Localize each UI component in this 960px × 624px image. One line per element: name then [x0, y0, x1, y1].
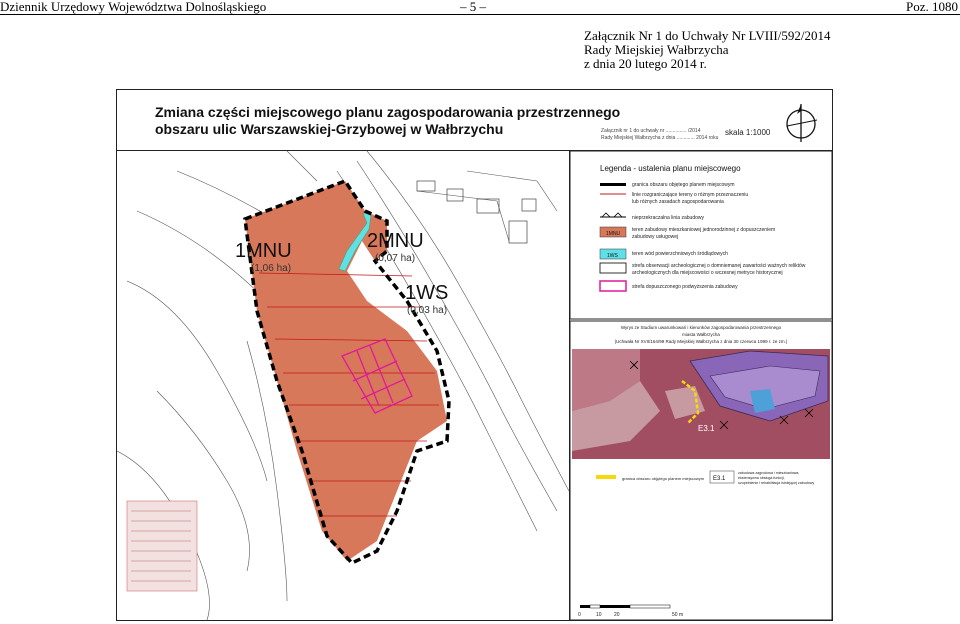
study-legend-boundary: granica obszaru objętego planem miejscow…: [622, 476, 705, 481]
legend-title: Legenda - ustalenia planu miejscowego: [600, 164, 741, 173]
study-legend-code: E3.1: [713, 476, 726, 482]
plan-map: 1MNU (1,06 ha) 2MNU (0,07 ha) 1WS (0,03 …: [117, 151, 569, 620]
plan-sheet: Zmiana części miejscowego planu zagospod…: [116, 89, 833, 621]
legend-code-1mnu: 1MNU: [606, 231, 621, 237]
legend-item-archaeo-1: strefa obserwacji archeologicznej o domn…: [632, 263, 806, 269]
attachment-line-3: z dnia 20 lutego 2014 r.: [584, 56, 707, 71]
scale-tick-0: 0: [578, 612, 581, 618]
zone-area-2mnu: (0,07 ha): [375, 253, 415, 264]
plan-title-box: Zmiana części miejscowego planu zagospod…: [117, 90, 832, 151]
stamp-line-1: Załącznik nr 1 do uchwały nr ...........…: [601, 128, 701, 134]
study-zone-label: E3.1: [698, 424, 715, 433]
zone-label-2mnu: 2MNU: [367, 230, 424, 252]
study-legend-desc-2: ekstensywna obsługa funkcji,: [738, 476, 785, 480]
legend-item-boundary: granica obszaru objętego planem miejscow…: [632, 182, 735, 188]
position-number: Poz. 1080: [906, 0, 958, 14]
study-title-2: miasta Wałbrzycha: [682, 332, 720, 337]
plan-title-line-2: obszaru ulic Warszawskiej-Grzybowej w Wa…: [155, 121, 504, 137]
north-arrow-icon: [786, 104, 818, 142]
legend-code-1ws: 1WS: [607, 253, 619, 259]
study-title-3: (Uchwała Nr XVII/164/99 Rady Miejskiej W…: [615, 339, 788, 344]
scale-label: skala 1:1000: [725, 128, 771, 137]
page-number: – 5 –: [460, 0, 486, 14]
legend-item-demarcation-2: lub różnych zasadach zagospodarowania: [632, 199, 724, 205]
attachment-line-2: Rady Miejskiej Wałbrzycha: [584, 42, 729, 57]
plan-title-line-1: Zmiana części miejscowego planu zagospod…: [155, 104, 621, 120]
zone-label-1mnu: 1MNU: [235, 240, 292, 262]
header-rule: [0, 14, 960, 15]
scale-tick-50: 50 m: [672, 612, 683, 618]
study-legend-desc-3: uzupełnienie i rehabilitacja istniejącej…: [738, 481, 814, 485]
attachment-line-1: Załącznik Nr 1 do Uchwały Nr LVIII/592/2…: [584, 28, 831, 43]
legend-panel: Legenda - ustalenia planu miejscowego 1M…: [570, 151, 832, 620]
stamp-line-2: Rady Miejskiej Wałbrzycha z dnia .......…: [601, 135, 719, 141]
scale-tick-10: 10: [596, 612, 602, 618]
approval-stamp: [126, 500, 198, 592]
legend-item-building-line: nieprzekraczalna linia zabudowy: [632, 215, 704, 221]
zone-area-1mnu: (1,06 ha): [251, 263, 291, 274]
legend-item-archaeo-2: archeologicznych dla miejscowości o wcze…: [632, 270, 783, 276]
scale-tick-20: 20: [614, 612, 620, 618]
legend-item-raise: strefa dopuszczonego podwyższenia zabudo…: [632, 284, 738, 290]
study-legend-desc-1: zabudowa zagrodowa i mieszkaniowa,: [738, 471, 799, 475]
legend-item-ws: teren wód powierzchniowych śródlądowych: [632, 251, 728, 257]
legend-item-demarcation-1: linie rozgraniczające tereny o różnym pr…: [632, 192, 748, 198]
zone-area-1ws: (0,03 ha): [407, 305, 447, 316]
zone-label-1ws: 1WS: [405, 282, 448, 304]
study-map: E3.1: [572, 349, 830, 459]
legend-item-mnu-2: zabudowy usługowej: [632, 234, 678, 240]
journal-title: Dziennik Urzędowy Województwa Dolnośląsk…: [0, 0, 267, 14]
study-title-1: Wyrys ze Studium uwarunkowań i kierunków…: [621, 325, 782, 330]
legend-item-mnu-1: teren zabudowy mieszkaniowej jednorodzin…: [632, 227, 775, 233]
